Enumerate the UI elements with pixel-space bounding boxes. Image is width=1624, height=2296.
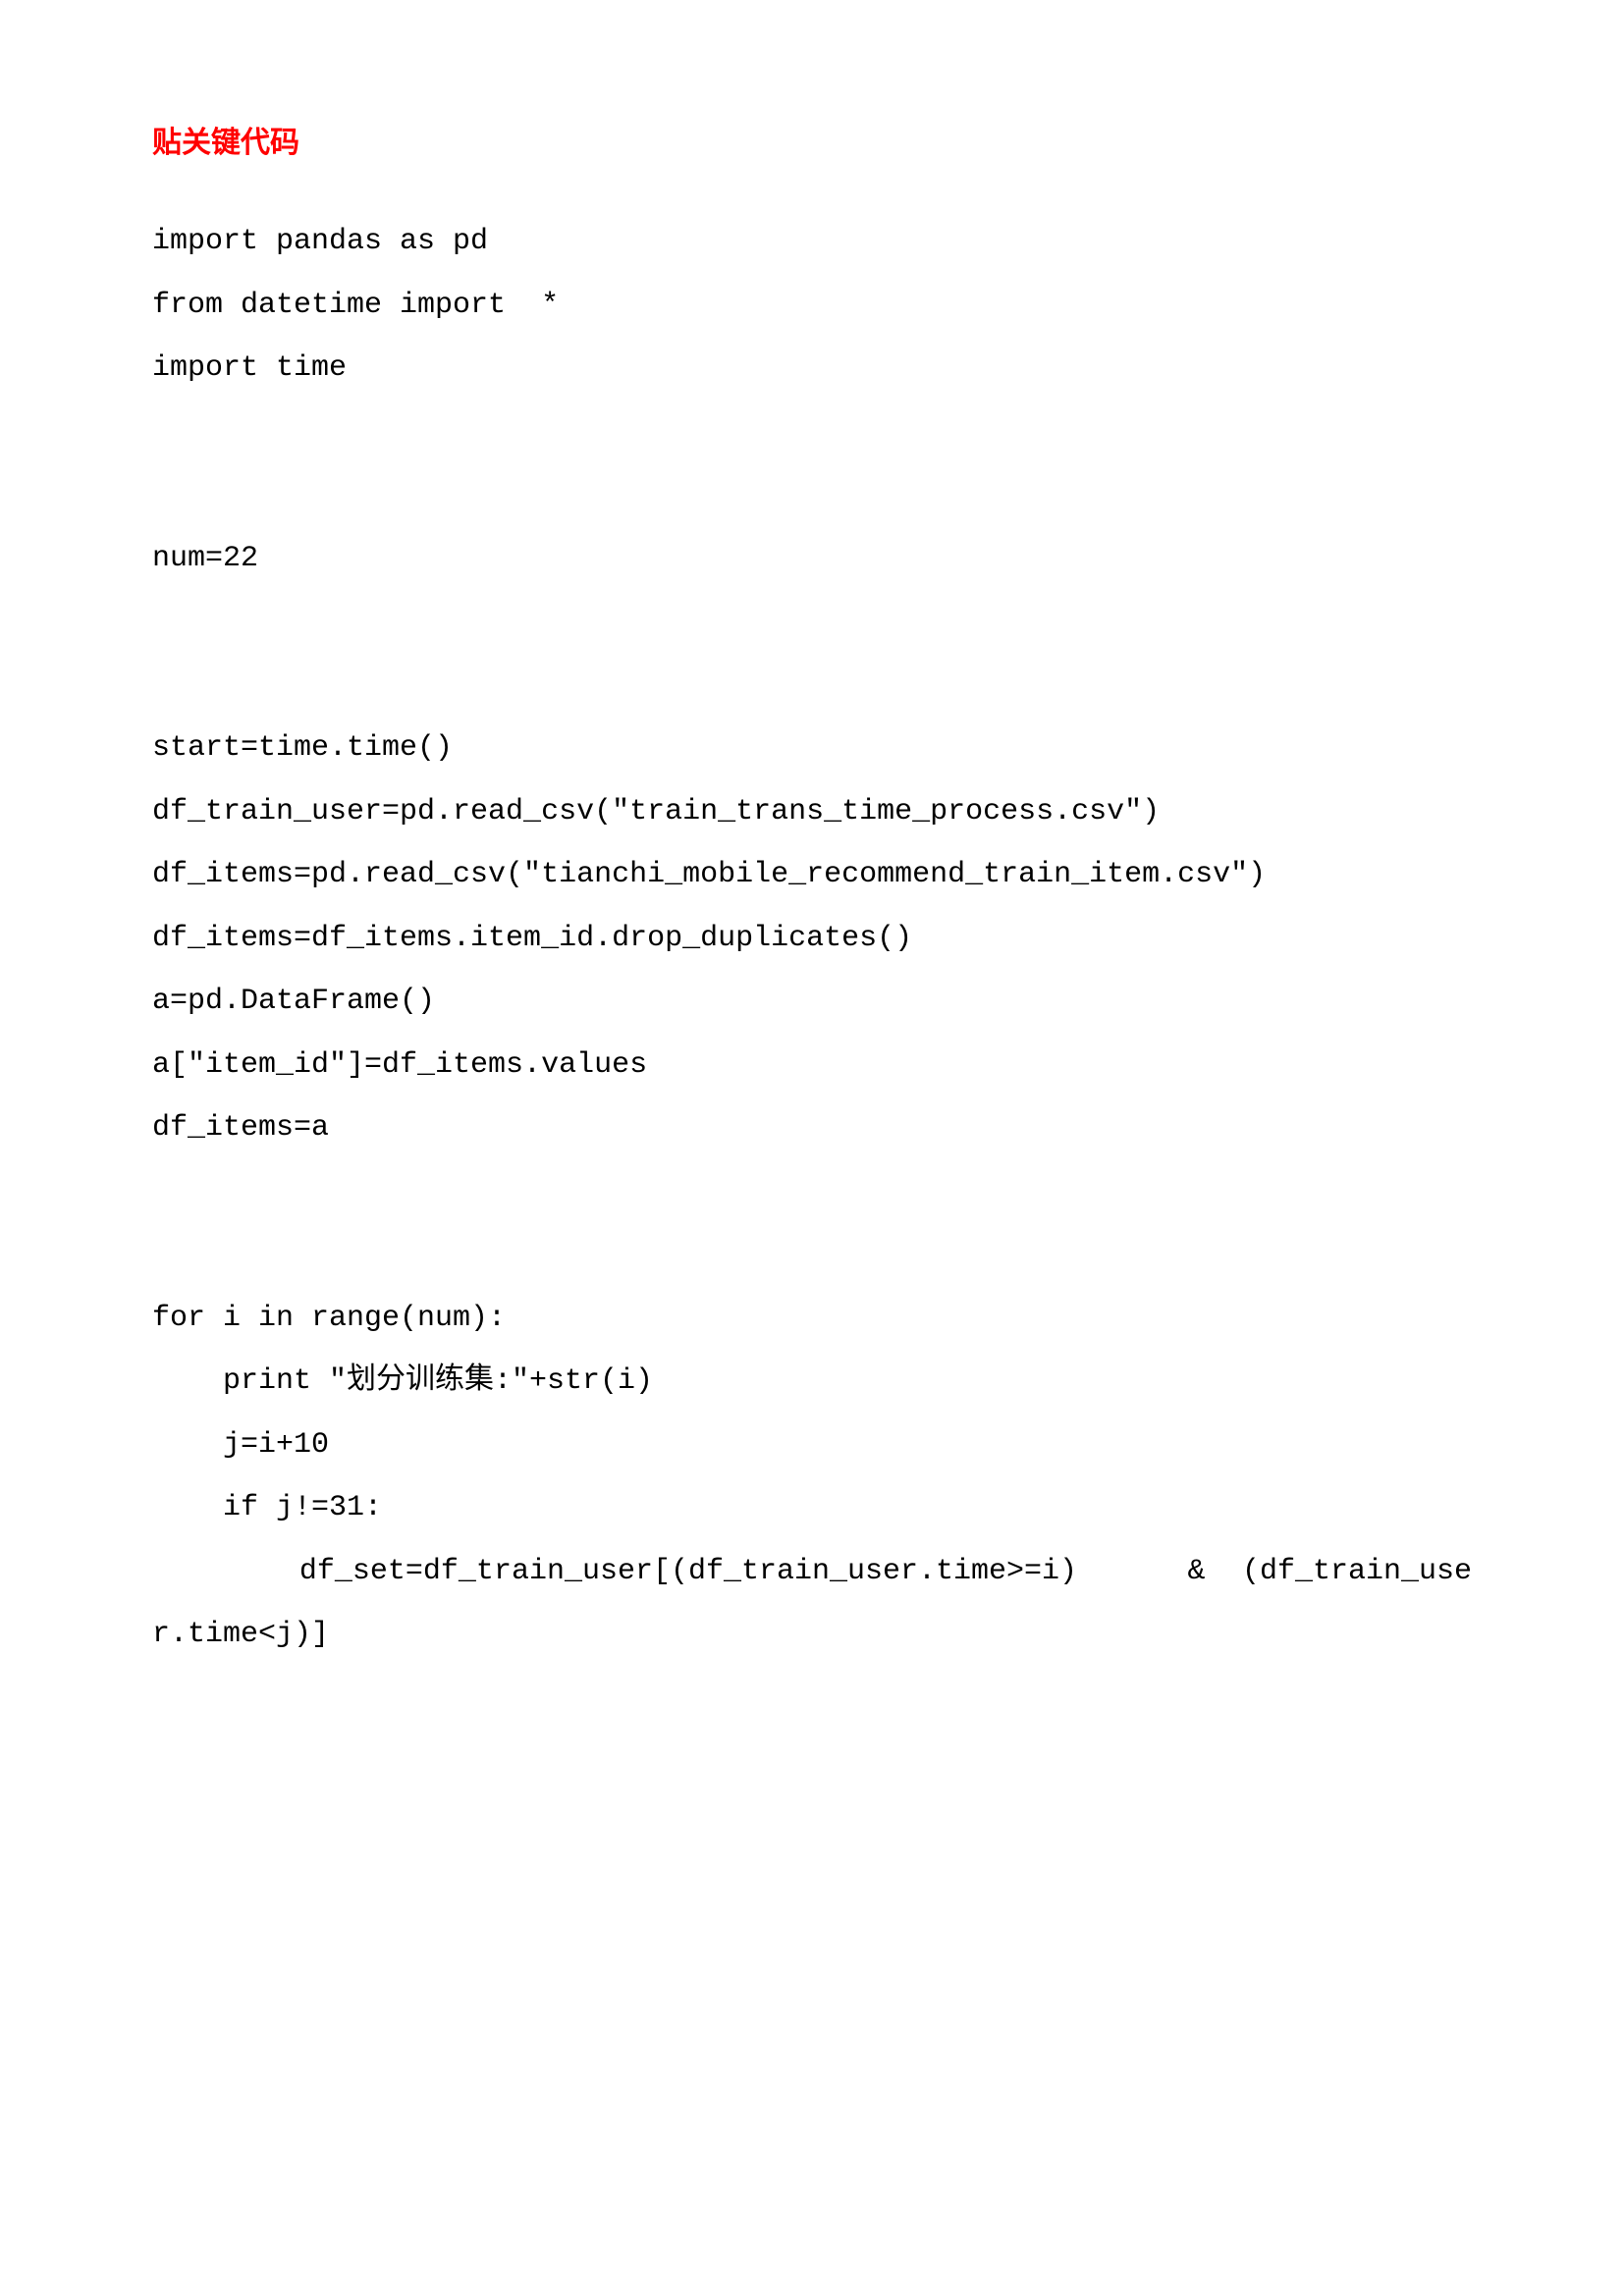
document-page: 贴关键代码 import pandas as pd from datetime … [0, 0, 1624, 2296]
section-heading: 贴关键代码 [152, 118, 1472, 161]
code-content: import pandas as pd from datetime import… [152, 210, 1472, 1667]
